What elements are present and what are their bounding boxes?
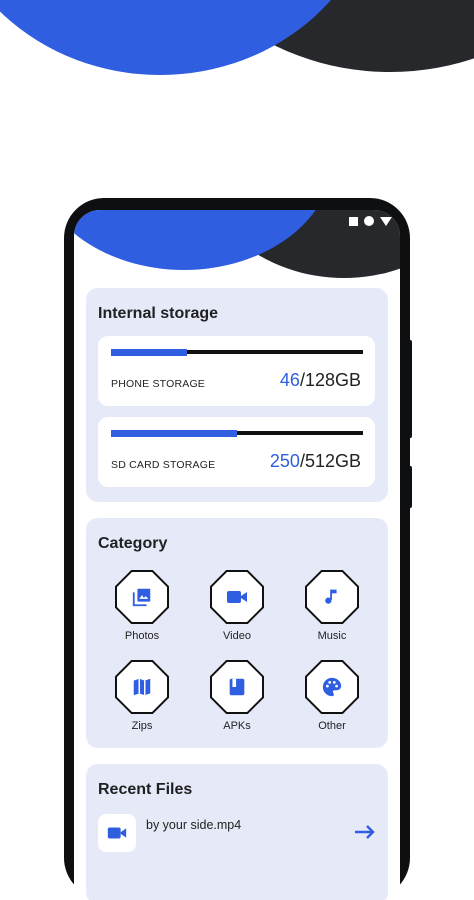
top-background [0, 0, 474, 110]
triangle-icon [380, 216, 392, 226]
sd-card-storage-total: /512GB [299, 451, 361, 471]
photos-icon [132, 588, 151, 607]
recent-file-thumbnail[interactable] [98, 814, 136, 852]
map-icon [133, 678, 151, 696]
category-other-label: Other [318, 720, 346, 732]
status-bar [349, 216, 392, 226]
sd-card-storage-item[interactable]: SD CARD STORAGE 250/512GB [98, 417, 375, 487]
category-apks-label: APKs [223, 720, 251, 732]
recent-file-name[interactable]: by your side.mp4 [146, 818, 241, 832]
book-icon [229, 678, 245, 696]
category-apks[interactable]: APKs [197, 660, 277, 732]
phone-storage-label: PHONE STORAGE [111, 378, 206, 390]
category-zips-label: Zips [131, 720, 153, 732]
category-title: Category [98, 535, 168, 552]
category-music[interactable]: Music [292, 570, 372, 642]
phone-storage-bar [111, 348, 363, 356]
phone-storage-item[interactable]: PHONE STORAGE 46/128GB [98, 336, 375, 406]
category-video[interactable]: Video [197, 570, 277, 642]
phone-storage-used: 46 [279, 370, 300, 390]
photos-icon-frame [115, 570, 169, 624]
category-video-label: Video [223, 630, 251, 642]
recent-files-title: Recent Files [98, 781, 193, 798]
video-icon [227, 591, 247, 603]
sd-card-storage-bar [111, 429, 363, 437]
sd-card-storage-bar-fill [111, 429, 237, 437]
category-photos-label: Photos [124, 630, 160, 642]
internal-storage-title: Internal storage [98, 305, 219, 322]
music-icon-frame [305, 570, 359, 624]
music-icon [325, 589, 337, 604]
circle-icon [364, 216, 374, 226]
book-icon-frame [210, 660, 264, 714]
video-icon-frame [210, 570, 264, 624]
phone-storage-bar-fill [111, 348, 187, 356]
phone-screen: Internal storage PHONE STORAGE 46/128GB … [74, 210, 400, 900]
category-card: Category Photos Video Music Zips APKs Ot… [86, 518, 388, 748]
video-icon [107, 827, 127, 839]
sd-card-storage-label: SD CARD STORAGE [111, 459, 216, 471]
arrow-right-icon[interactable] [354, 824, 376, 840]
internal-storage-card: Internal storage PHONE STORAGE 46/128GB … [86, 288, 388, 502]
sd-card-storage-value: 250/512GB [270, 451, 361, 472]
phone-storage-total: /128GB [299, 370, 361, 390]
phone-storage-value: 46/128GB [280, 370, 361, 391]
category-photos[interactable]: Photos [102, 570, 182, 642]
palette-icon [322, 677, 342, 697]
palette-icon-frame [305, 660, 359, 714]
map-icon-frame [115, 660, 169, 714]
category-zips[interactable]: Zips [102, 660, 182, 732]
category-other[interactable]: Other [292, 660, 372, 732]
category-music-label: Music [317, 630, 347, 642]
square-icon [349, 216, 358, 226]
phone-frame: Internal storage PHONE STORAGE 46/128GB … [64, 198, 410, 900]
sd-card-storage-used: 250 [269, 451, 300, 471]
recent-files-card: Recent Files by your side.mp4 [86, 764, 388, 900]
